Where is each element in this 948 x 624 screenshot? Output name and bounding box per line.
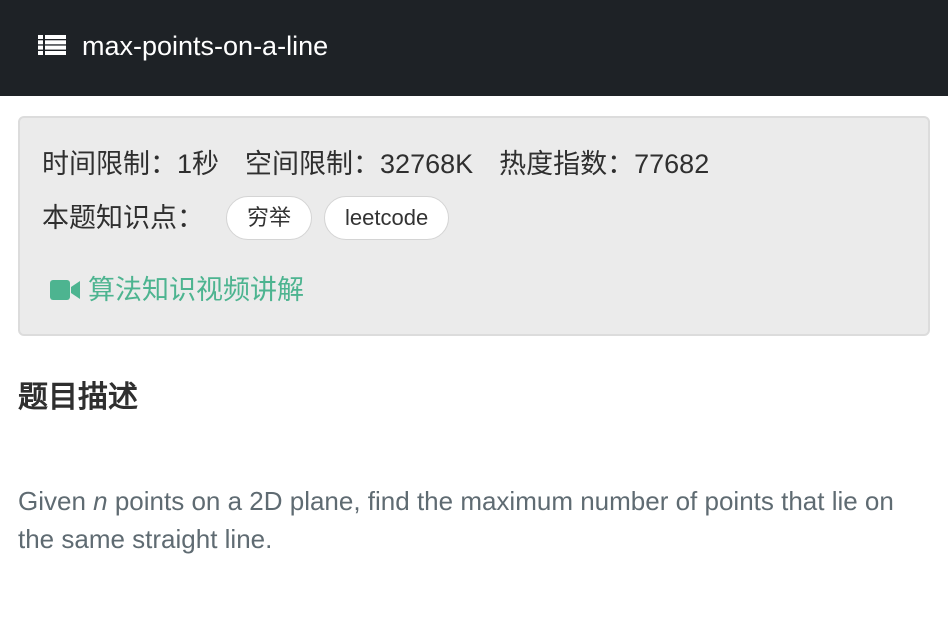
page-title: max-points-on-a-line xyxy=(82,31,329,61)
problem-description-heading: 题目描述 xyxy=(18,381,138,414)
knowledge-points-row: 本题知识点： 穷举 leetcode xyxy=(42,196,461,240)
knowledge-label: 本题知识点： xyxy=(42,203,204,233)
desc-text-end: points on a 2D plane, find the maximum n… xyxy=(18,486,894,554)
video-camera-icon xyxy=(50,280,80,300)
list-icon xyxy=(38,35,66,55)
space-limit: 空间限制：32768K xyxy=(245,149,474,179)
video-link-label: 算法知识视频讲解 xyxy=(88,275,304,305)
tag-enumeration[interactable]: 穷举 xyxy=(226,196,313,240)
desc-text-start: Given xyxy=(18,486,94,516)
top-bar: max-points-on-a-line xyxy=(0,0,948,96)
video-explanation-link[interactable]: 算法知识视频讲解 xyxy=(50,272,304,308)
popularity: 热度指数：77682 xyxy=(499,149,710,179)
desc-variable: n xyxy=(93,486,108,516)
limits-row: 时间限制：1秒 空间限制：32768K 热度指数：77682 xyxy=(42,146,709,182)
problem-info-panel: 时间限制：1秒 空间限制：32768K 热度指数：77682 本题知识点： 穷举 l… xyxy=(18,116,930,336)
time-limit: 时间限制：1秒 xyxy=(42,149,220,179)
problem-description: Given n points on a 2D plane, find the m… xyxy=(18,482,930,558)
tag-leetcode[interactable]: leetcode xyxy=(324,196,450,240)
